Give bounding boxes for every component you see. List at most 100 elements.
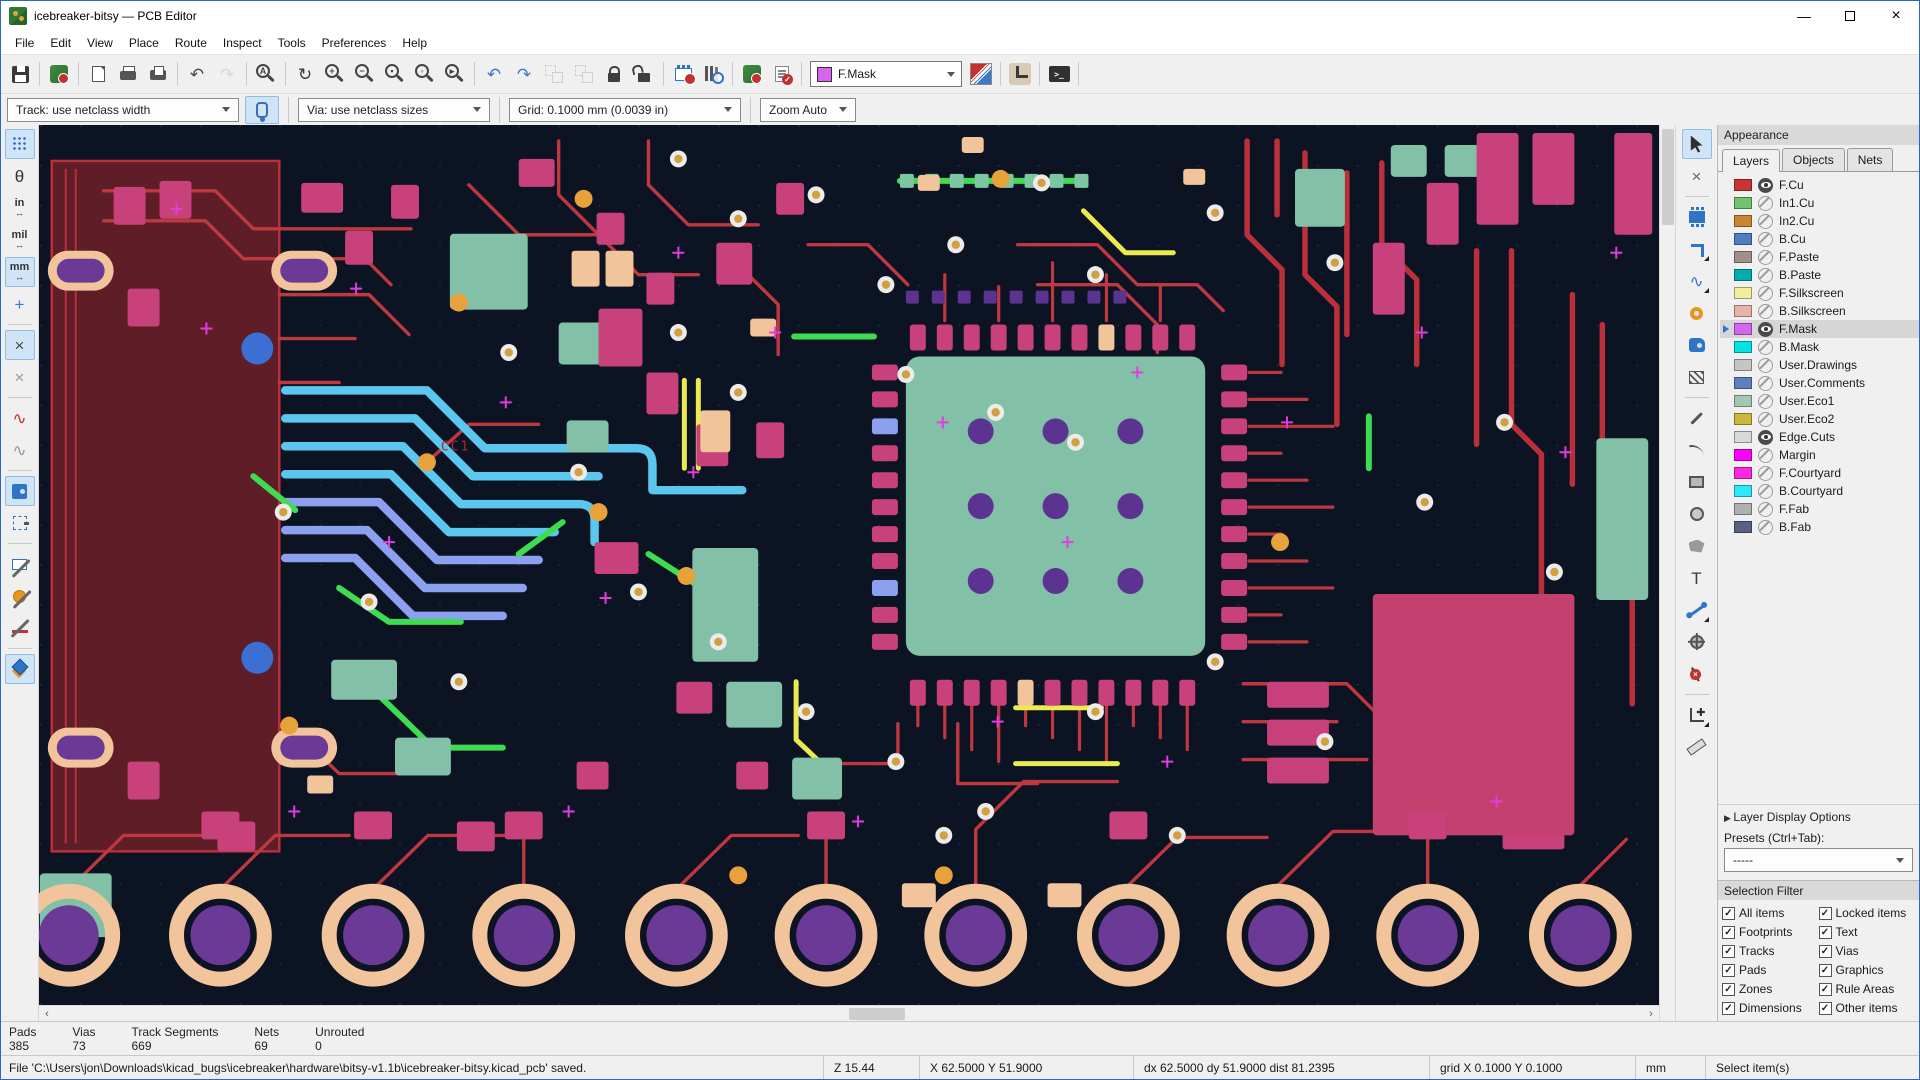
checkbox-checked-icon[interactable]: ✓ — [1722, 925, 1735, 939]
checkbox-checked-icon[interactable]: ✓ — [1818, 906, 1832, 920]
route-tracks-button[interactable] — [1682, 234, 1712, 264]
place-text-button[interactable]: T — [1682, 563, 1712, 593]
drc-checker-button[interactable] — [767, 59, 797, 89]
layer-color-swatch[interactable] — [1734, 341, 1752, 353]
layer-color-swatch[interactable] — [1734, 197, 1752, 209]
eye-hidden-icon[interactable] — [1758, 195, 1773, 211]
layer-row-margin[interactable]: Margin — [1720, 446, 1919, 464]
draw-line-button[interactable] — [1682, 403, 1712, 433]
scroll-left-icon[interactable]: ‹ — [39, 1008, 55, 1020]
grid-select[interactable]: Grid: 0.1000 mm (0.0039 in) — [509, 97, 741, 122]
layer-row-edge.cuts[interactable]: Edge.Cuts — [1720, 428, 1919, 446]
layer-color-swatch[interactable] — [1734, 359, 1752, 371]
place-footprint-button[interactable] — [1682, 202, 1712, 232]
eye-hidden-icon[interactable] — [1758, 231, 1773, 247]
net-color-mode-button[interactable]: ∿ — [5, 435, 35, 465]
eye-hidden-icon[interactable] — [1758, 357, 1773, 373]
menu-view[interactable]: View — [79, 33, 121, 53]
layers-manager-button[interactable] — [4, 654, 35, 684]
layer-row-b.fab[interactable]: B.Fab — [1720, 518, 1919, 536]
crosshair-cursor-button[interactable]: + — [5, 289, 35, 319]
polar-coordinates-button[interactable]: θ — [5, 161, 35, 191]
zoom-select[interactable]: Zoom Auto — [760, 97, 856, 122]
layer-row-b.silkscreen[interactable]: B.Silkscreen — [1720, 302, 1919, 320]
layer-row-in1.cu[interactable]: In1.Cu — [1720, 194, 1919, 212]
checkbox-checked-icon[interactable]: ✓ — [1722, 906, 1735, 920]
unlock-button[interactable] — [629, 59, 659, 89]
measure-button[interactable] — [1682, 732, 1712, 762]
checkbox-checked-icon[interactable]: ✓ — [1722, 1001, 1735, 1015]
menu-place[interactable]: Place — [121, 33, 167, 53]
via-size-select[interactable]: Via: use netclass sizes — [298, 97, 490, 122]
menu-inspect[interactable]: Inspect — [215, 33, 270, 53]
vscroll-thumb[interactable] — [1662, 129, 1674, 225]
eye-hidden-icon[interactable] — [1758, 393, 1773, 409]
plot-button[interactable] — [143, 59, 173, 89]
layer-color-swatch[interactable] — [1734, 233, 1752, 245]
layer-row-user.drawings[interactable]: User.Drawings — [1720, 356, 1919, 374]
presets-select[interactable]: ----- — [1724, 848, 1913, 872]
filter-graphics[interactable]: ✓ Graphics — [1818, 963, 1916, 977]
zoom-in-button[interactable] — [320, 59, 350, 89]
layer-color-swatch[interactable] — [1734, 305, 1752, 317]
filter-rule-areas[interactable]: ✓ Rule Areas — [1818, 982, 1916, 996]
layer-pair-button[interactable] — [966, 59, 996, 89]
hide-footprints-button[interactable] — [5, 549, 35, 579]
menu-preferences[interactable]: Preferences — [314, 33, 395, 53]
layer-row-b.cu[interactable]: B.Cu — [1720, 230, 1919, 248]
eye-hidden-icon[interactable] — [1758, 339, 1773, 355]
swap-footprints-button[interactable] — [668, 59, 698, 89]
refresh-view-button[interactable]: ↻ — [290, 59, 320, 89]
filter-pads[interactable]: ✓ Pads — [1722, 963, 1819, 977]
layer-color-swatch[interactable] — [1734, 269, 1752, 281]
eye-hidden-icon[interactable] — [1758, 303, 1773, 319]
layer-row-user.comments[interactable]: User.Comments — [1720, 374, 1919, 392]
search-button[interactable] — [251, 59, 281, 89]
curved-ratsnest-button[interactable]: × — [5, 362, 35, 392]
zone-outline-mode-button[interactable] — [5, 508, 35, 538]
vertical-scrollbar[interactable] — [1659, 125, 1675, 1021]
layer-row-b.courtyard[interactable]: B.Courtyard — [1720, 482, 1919, 500]
eye-hidden-icon[interactable] — [1758, 249, 1773, 265]
show-ratsnest-button[interactable]: × — [4, 330, 35, 360]
layer-row-user.eco2[interactable]: User.Eco2 — [1720, 410, 1919, 428]
zoom-out-button[interactable] — [350, 59, 380, 89]
draw-arc-button[interactable] — [1682, 435, 1712, 465]
close-button[interactable]: × — [1873, 1, 1919, 31]
grid-origin-button[interactable] — [1682, 700, 1712, 730]
zoom-fit-page-button[interactable] — [380, 59, 410, 89]
layer-color-swatch[interactable] — [1734, 485, 1752, 497]
layer-color-swatch[interactable] — [1734, 413, 1752, 425]
filter-footprints[interactable]: ✓ Footprints — [1722, 925, 1819, 939]
active-layer-selector[interactable]: F.Mask — [810, 61, 962, 87]
dimension-button[interactable] — [1682, 595, 1712, 625]
horizontal-scrollbar[interactable]: ‹ › — [39, 1005, 1659, 1021]
rule-area-button[interactable] — [1682, 362, 1712, 392]
undo-button[interactable]: ↶ — [182, 59, 212, 89]
eye-hidden-icon[interactable] — [1758, 375, 1773, 391]
layer-row-f.mask[interactable]: F.Mask — [1720, 320, 1919, 338]
lock-button[interactable] — [599, 59, 629, 89]
board-setup-button[interactable] — [44, 59, 74, 89]
search-footprints-button[interactable] — [698, 59, 728, 89]
draw-circle-button[interactable] — [1682, 499, 1712, 529]
layer-color-swatch[interactable] — [1734, 287, 1752, 299]
layer-color-swatch[interactable] — [1734, 467, 1752, 479]
checkbox-checked-icon[interactable]: ✓ — [1818, 982, 1832, 996]
route-tracks-mode-button[interactable] — [1005, 59, 1035, 89]
menu-edit[interactable]: Edit — [42, 33, 79, 53]
checkbox-checked-icon[interactable]: ✓ — [1722, 944, 1735, 958]
filter-locked-items[interactable]: ✓ Locked items — [1818, 906, 1916, 920]
eye-hidden-icon[interactable] — [1758, 501, 1773, 517]
draw-rectangle-button[interactable] — [1682, 467, 1712, 497]
maximize-button[interactable] — [1827, 1, 1873, 31]
eye-visible-icon[interactable] — [1758, 321, 1773, 337]
layer-color-swatch[interactable] — [1734, 179, 1752, 191]
local-ratsnest-button[interactable]: × — [1682, 161, 1712, 191]
layer-color-swatch[interactable] — [1734, 395, 1752, 407]
layer-row-b.paste[interactable]: B.Paste — [1720, 266, 1919, 284]
layer-color-swatch[interactable] — [1734, 431, 1752, 443]
filter-vias[interactable]: ✓ Vias — [1818, 944, 1916, 958]
checkbox-checked-icon[interactable]: ✓ — [1818, 963, 1832, 977]
tab-objects[interactable]: Objects — [1782, 148, 1845, 171]
